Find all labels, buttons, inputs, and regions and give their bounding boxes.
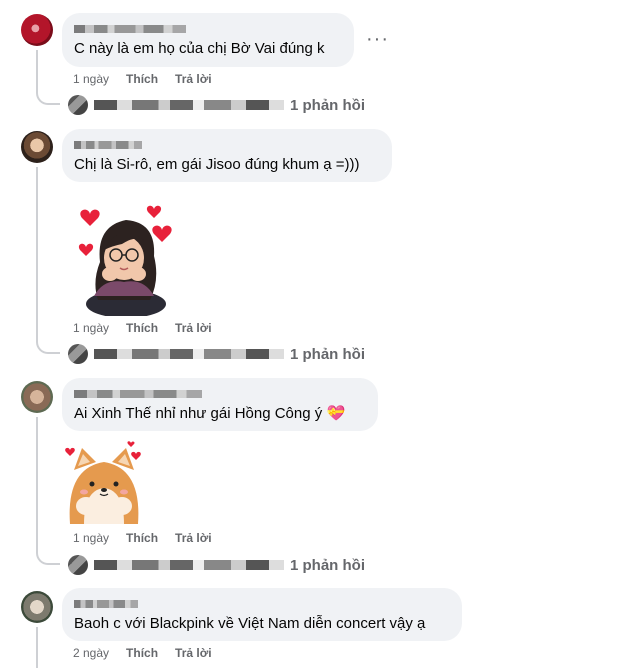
replies-count: 1 phản hồi [290,96,365,114]
comment-text: Baoh c với Blackpink về Việt Nam diễn co… [74,615,426,632]
thread-line [36,627,38,668]
thread-line [36,50,38,88]
reply-button[interactable]: Trả lời [175,531,212,545]
replies-count: 1 phản hồi [290,556,365,574]
comment-actions: 1 ngày Thích Trả lời [73,72,212,86]
reply-avatar [68,555,88,575]
replies-count: 1 phản hồi [290,345,365,363]
view-replies-link[interactable]: 1 phản hồi [68,555,365,575]
heart-gift-emoji: 💝 [326,405,346,422]
comment-time[interactable]: 1 ngày [73,72,109,86]
reply-button[interactable]: Trả lời [175,646,212,660]
reply-avatar [68,95,88,115]
view-replies-link[interactable]: 1 phản hồi [68,344,365,364]
girl-hearts-sticker[interactable] [70,200,182,318]
view-replies-link[interactable]: 1 phản hồi [68,95,365,115]
comment-time[interactable]: 1 ngày [73,531,109,545]
commenter-name[interactable] [74,596,450,610]
shiba-dog-sticker-image [65,441,141,524]
more-options-icon[interactable]: ··· [366,28,389,51]
reply-avatar [68,344,88,364]
thread-connector [36,336,60,354]
comment-time[interactable]: 2 ngày [73,646,109,660]
thread-line [36,167,38,337]
girl-hearts-sticker-image [78,205,172,318]
commenter-avatar[interactable] [21,381,53,413]
commenter-avatar[interactable] [21,131,53,163]
comment-bubble: Ai Xinh Thế nhỉ như gái Hồng Công ý 💝 [62,378,378,431]
reply-button[interactable]: Trả lời [175,72,212,86]
comment-bubble: Chị là Si-rô, em gái Jisoo đúng khum ạ =… [62,129,392,182]
comment-actions: 2 ngày Thích Trả lời [73,646,212,660]
commenter-avatar[interactable] [21,14,53,46]
commenter-name[interactable] [74,386,366,400]
reply-name-blurred [94,349,284,359]
thread-connector [36,547,60,565]
like-button[interactable]: Thích [126,646,158,660]
reply-name-blurred [94,100,284,110]
commenter-name[interactable] [74,21,342,35]
like-button[interactable]: Thích [126,321,158,335]
thread-connector [36,87,60,105]
comment-text: C này là em họ của chị Bờ Vai đúng k [74,40,325,57]
thread-line [36,417,38,548]
commenter-avatar[interactable] [21,591,53,623]
reply-name-blurred [94,560,284,570]
comment-time[interactable]: 1 ngày [73,321,109,335]
comment-text: Ai Xinh Thế nhỉ như gái Hồng Công ý 💝 [74,405,346,422]
comment-actions: 1 ngày Thích Trả lời [73,321,212,335]
like-button[interactable]: Thích [126,531,158,545]
comment-actions: 1 ngày Thích Trả lời [73,531,212,545]
reply-button[interactable]: Trả lời [175,321,212,335]
comment-bubble: C này là em họ của chị Bờ Vai đúng k [62,13,354,67]
like-button[interactable]: Thích [126,72,158,86]
comment-bubble: Baoh c với Blackpink về Việt Nam diễn co… [62,588,462,641]
shiba-dog-hearts-sticker[interactable] [62,440,146,524]
commenter-name[interactable] [74,137,380,151]
comment-text: Chị là Si-rô, em gái Jisoo đúng khum ạ =… [74,156,360,173]
